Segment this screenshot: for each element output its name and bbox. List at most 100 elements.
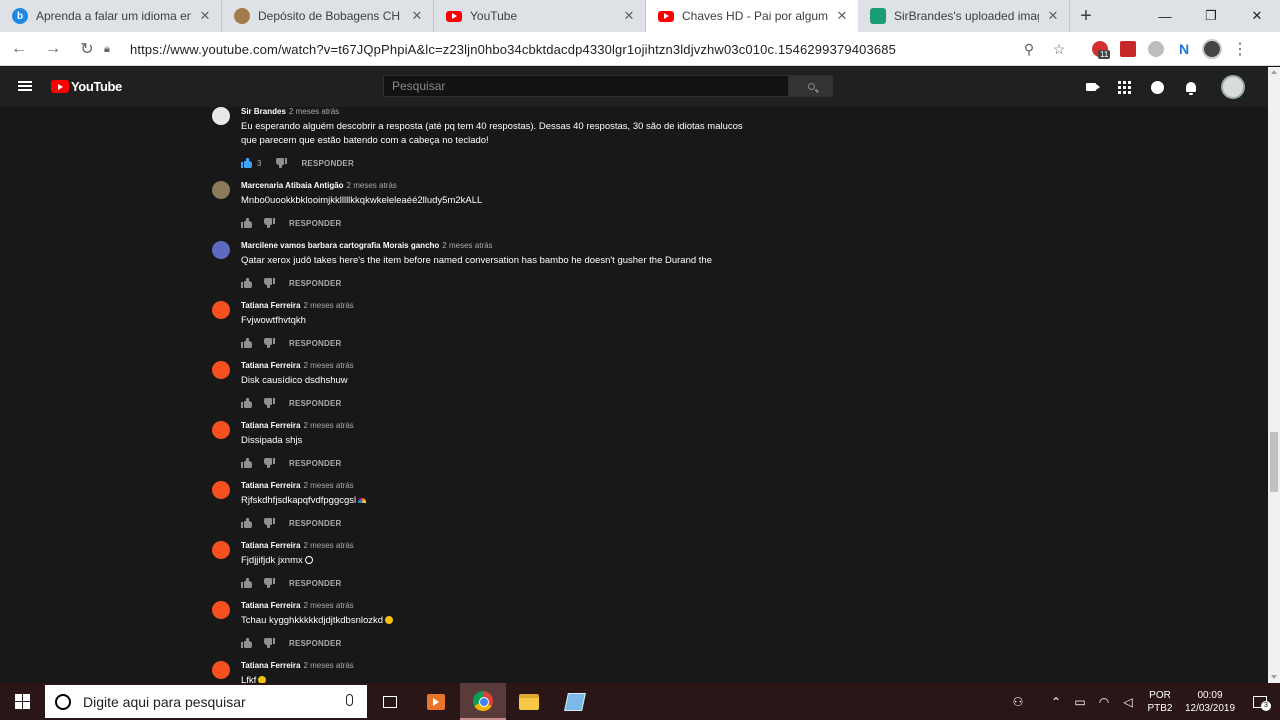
comment-avatar[interactable] bbox=[212, 181, 230, 199]
scroll-thumb[interactable] bbox=[1270, 432, 1278, 492]
close-icon[interactable]: ✕ bbox=[834, 8, 850, 24]
youtube-logo[interactable]: YouTube bbox=[51, 79, 122, 94]
scroll-up-icon[interactable] bbox=[1271, 70, 1277, 74]
chrome-taskbar-button[interactable] bbox=[460, 683, 506, 720]
reply-button[interactable]: RESPONDER bbox=[289, 219, 341, 228]
dislike-icon[interactable] bbox=[263, 338, 275, 348]
search-button[interactable] bbox=[789, 75, 833, 97]
notes-app-button[interactable] bbox=[552, 683, 598, 720]
reply-button[interactable]: RESPONDER bbox=[289, 579, 341, 588]
reply-button[interactable]: RESPONDER bbox=[301, 159, 353, 168]
minimize-icon[interactable]: ― bbox=[1142, 0, 1188, 32]
comment-avatar[interactable] bbox=[212, 421, 230, 439]
like-icon[interactable] bbox=[241, 158, 253, 168]
action-center-button[interactable]: 3 bbox=[1240, 683, 1280, 720]
page-scrollbar[interactable] bbox=[1268, 67, 1280, 683]
lock-icon[interactable]: 🔒︎ bbox=[104, 43, 120, 56]
comment-avatar[interactable] bbox=[212, 361, 230, 379]
extension-gray-icon[interactable] bbox=[1142, 36, 1170, 62]
reply-button[interactable]: RESPONDER bbox=[289, 459, 341, 468]
dislike-icon[interactable] bbox=[263, 278, 275, 288]
close-window-icon[interactable]: ✕ bbox=[1234, 0, 1280, 32]
reply-button[interactable]: RESPONDER bbox=[289, 399, 341, 408]
pdf-extension-icon[interactable] bbox=[1114, 36, 1142, 62]
comment-timestamp[interactable]: 2 meses atrás bbox=[303, 601, 353, 610]
reload-icon[interactable]: ↻ bbox=[72, 34, 102, 64]
like-icon[interactable] bbox=[241, 218, 253, 228]
notifications-bell-icon[interactable] bbox=[1182, 78, 1200, 96]
comment-author[interactable]: Sir Brandes bbox=[241, 107, 286, 116]
comment-timestamp[interactable]: 2 meses atrás bbox=[289, 107, 339, 116]
close-icon[interactable]: ✕ bbox=[621, 8, 637, 24]
microphone-icon[interactable] bbox=[346, 694, 353, 706]
comment-timestamp[interactable]: 2 meses atrás bbox=[303, 421, 353, 430]
create-video-icon[interactable] bbox=[1082, 78, 1100, 96]
comment-author[interactable]: Tatiana Ferreira bbox=[241, 541, 300, 550]
wifi-icon[interactable]: ◠ bbox=[1092, 695, 1116, 709]
media-player-button[interactable] bbox=[413, 683, 459, 720]
comment-avatar[interactable] bbox=[212, 481, 230, 499]
comment-author[interactable]: Tatiana Ferreira bbox=[241, 601, 300, 610]
tab-youtube[interactable]: YouTube ✕ bbox=[434, 0, 646, 32]
tab-deposito[interactable]: Depósito de Bobagens CH • Fó ✕ bbox=[222, 0, 434, 32]
url-text[interactable]: https://www.youtube.com/watch?v=t67JQpPh… bbox=[130, 42, 896, 57]
extension-n-icon[interactable]: N bbox=[1170, 36, 1198, 62]
new-tab-button[interactable]: + bbox=[1070, 0, 1102, 32]
chrome-menu-icon[interactable]: ⋮ bbox=[1226, 36, 1254, 62]
close-icon[interactable]: ✕ bbox=[409, 8, 425, 24]
comment-author[interactable]: Tatiana Ferreira bbox=[241, 301, 300, 310]
like-icon[interactable] bbox=[241, 578, 253, 588]
reply-button[interactable]: RESPONDER bbox=[289, 519, 341, 528]
comment-avatar[interactable] bbox=[212, 301, 230, 319]
profile-avatar[interactable] bbox=[1198, 36, 1226, 62]
address-bar[interactable]: 🔒︎ https://www.youtube.com/watch?v=t67JQ… bbox=[104, 36, 1074, 62]
tab-chaves[interactable]: Chaves HD - Pai por algumas h ✕ bbox=[646, 0, 858, 32]
comment-author[interactable]: Tatiana Ferreira bbox=[241, 421, 300, 430]
comment-timestamp[interactable]: 2 meses atrás bbox=[303, 541, 353, 550]
reply-button[interactable]: RESPONDER bbox=[289, 639, 341, 648]
comment-timestamp[interactable]: 2 meses atrás bbox=[442, 241, 492, 250]
dislike-icon[interactable] bbox=[263, 518, 275, 528]
show-hidden-icons-icon[interactable]: ⌃ bbox=[1044, 695, 1068, 709]
dislike-icon[interactable] bbox=[275, 158, 288, 168]
close-icon[interactable]: ✕ bbox=[1045, 8, 1061, 24]
scroll-down-icon[interactable] bbox=[1271, 675, 1277, 679]
star-icon[interactable]: ☆ bbox=[1044, 41, 1074, 58]
tab-aprenda[interactable]: b Aprenda a falar um idioma em ✕ bbox=[0, 0, 222, 32]
dislike-icon[interactable] bbox=[263, 638, 275, 648]
comment-timestamp[interactable]: 2 meses atrás bbox=[347, 181, 397, 190]
people-icon[interactable]: ⚇ bbox=[1006, 695, 1030, 709]
forward-icon[interactable]: → bbox=[38, 34, 68, 64]
task-view-button[interactable] bbox=[367, 683, 413, 720]
comment-timestamp[interactable]: 2 meses atrás bbox=[303, 361, 353, 370]
clock[interactable]: 00:09 12/03/2019 bbox=[1180, 689, 1240, 715]
search-input[interactable]: Pesquisar bbox=[383, 75, 789, 97]
comment-author[interactable]: Tatiana Ferreira bbox=[241, 481, 300, 490]
like-icon[interactable] bbox=[241, 278, 253, 288]
language-indicator[interactable]: POR PTB2 bbox=[1140, 689, 1180, 715]
search-icon[interactable]: ⚲ bbox=[1014, 41, 1044, 58]
like-icon[interactable] bbox=[241, 338, 253, 348]
extension-red-icon[interactable]: 11 bbox=[1086, 36, 1114, 62]
comment-avatar[interactable] bbox=[212, 661, 230, 679]
dislike-icon[interactable] bbox=[263, 458, 275, 468]
comment-timestamp[interactable]: 2 meses atrás bbox=[303, 661, 353, 670]
comment-avatar[interactable] bbox=[212, 241, 230, 259]
like-icon[interactable] bbox=[241, 518, 253, 528]
dislike-icon[interactable] bbox=[263, 578, 275, 588]
comment-author[interactable]: Tatiana Ferreira bbox=[241, 661, 300, 670]
like-icon[interactable] bbox=[241, 398, 253, 408]
back-icon[interactable]: ← bbox=[4, 34, 34, 64]
comment-author[interactable]: Marcilene vamos barbara cartografia Mora… bbox=[241, 241, 439, 250]
account-avatar[interactable] bbox=[1221, 75, 1245, 99]
start-button[interactable] bbox=[0, 683, 44, 720]
messages-icon[interactable] bbox=[1148, 78, 1166, 96]
comment-timestamp[interactable]: 2 meses atrás bbox=[303, 481, 353, 490]
comment-avatar[interactable] bbox=[212, 541, 230, 559]
maximize-icon[interactable]: ❐ bbox=[1188, 0, 1234, 32]
like-icon[interactable] bbox=[241, 638, 253, 648]
comment-author[interactable]: Marcenaria Atibaia Antigão bbox=[241, 181, 344, 190]
comment-avatar[interactable] bbox=[212, 601, 230, 619]
dislike-icon[interactable] bbox=[263, 218, 275, 228]
comment-avatar[interactable] bbox=[212, 107, 230, 125]
